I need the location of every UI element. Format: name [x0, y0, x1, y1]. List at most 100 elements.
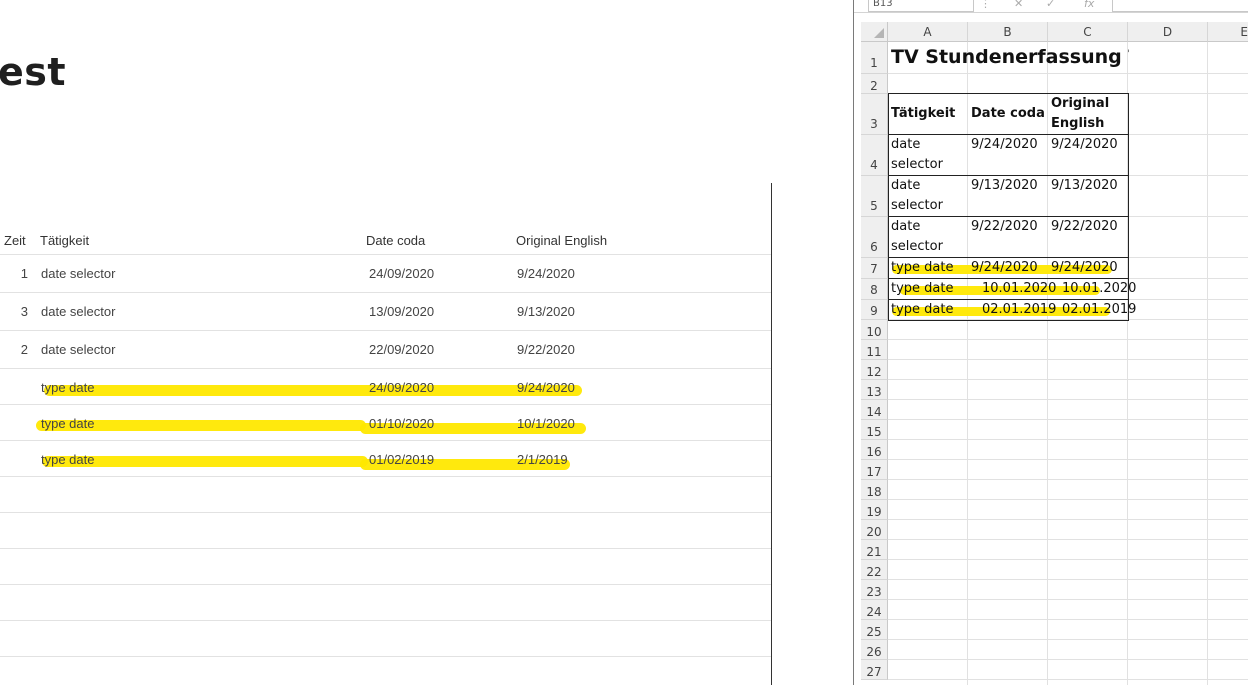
cell-original-english[interactable]: 9/24/2020 [517, 266, 575, 281]
row-header[interactable]: 18 [861, 480, 888, 500]
cell-b7[interactable]: 9/24/2020 [971, 260, 1038, 275]
cell-c4[interactable]: 9/24/2020 [1051, 137, 1118, 152]
select-all-corner[interactable] [861, 22, 888, 42]
empty-row[interactable] [0, 513, 771, 549]
cell-taetigkeit[interactable]: date selector [41, 342, 115, 357]
row-header[interactable]: 3 [861, 94, 888, 135]
table-row[interactable]: type date 24/09/2020 9/24/2020 [0, 369, 771, 405]
cancel-icon[interactable]: ✕ [1014, 0, 1023, 10]
table-row[interactable]: 2 date selector 22/09/2020 9/22/2020 [0, 331, 771, 369]
column-header-taetigkeit[interactable]: Tätigkeit [40, 233, 89, 248]
column-header-e[interactable]: E [1208, 22, 1248, 42]
cell-a5-line1[interactable]: date [891, 178, 920, 193]
cell-taetigkeit[interactable]: date selector [41, 304, 115, 319]
cell-date-coda[interactable]: 24/09/2020 [369, 380, 434, 395]
cell-c3-line2[interactable]: English [1051, 116, 1104, 131]
cell-taetigkeit[interactable]: date selector [41, 266, 115, 281]
cell-c8[interactable]: 10.01.2020 [1062, 281, 1136, 296]
cell-date-coda[interactable]: 01/02/2019 [369, 452, 434, 467]
column-header-c[interactable]: C [1048, 22, 1128, 42]
function-icon[interactable]: fx [1084, 0, 1094, 10]
row-header[interactable]: 2 [861, 74, 888, 94]
cell-b8[interactable]: 10.01.2020 [982, 281, 1056, 296]
row-header[interactable]: 8 [861, 279, 888, 300]
cell-c7[interactable]: 9/24/2020 [1051, 260, 1118, 275]
cell-original-english[interactable]: 9/22/2020 [517, 342, 575, 357]
cell-original-english[interactable]: 9/24/2020 [517, 380, 575, 395]
cell-taetigkeit[interactable]: type date [41, 416, 95, 431]
row-header[interactable]: 25 [861, 620, 888, 640]
row-header[interactable]: 9 [861, 300, 888, 320]
row-header[interactable]: 5 [861, 176, 888, 217]
cell-a9[interactable]: type date [891, 302, 954, 317]
cell-date-coda[interactable]: 13/09/2020 [369, 304, 434, 319]
column-header-zeit[interactable]: Zeit [4, 233, 26, 248]
cell-original-english[interactable]: 2/1/2019 [517, 452, 568, 467]
cell-a8[interactable]: type date [891, 281, 954, 296]
formula-input[interactable] [1112, 0, 1248, 12]
row-header[interactable]: 19 [861, 500, 888, 520]
cell-a6-line1[interactable]: date [891, 219, 920, 234]
row-header[interactable]: 24 [861, 600, 888, 620]
cell-a4-line1[interactable]: date [891, 137, 920, 152]
formula-more-icon[interactable]: ⋮ [980, 0, 991, 10]
row-header[interactable]: 13 [861, 380, 888, 400]
empty-row[interactable] [0, 477, 771, 513]
empty-row[interactable] [0, 549, 771, 585]
row-header[interactable]: 22 [861, 560, 888, 580]
cell-a3[interactable]: Tätigkeit [891, 106, 955, 121]
row-header[interactable]: 15 [861, 420, 888, 440]
row-header[interactable]: 26 [861, 640, 888, 660]
name-box[interactable]: B13 [868, 0, 974, 12]
cell-b6[interactable]: 9/22/2020 [971, 219, 1038, 234]
row-header[interactable]: 21 [861, 540, 888, 560]
empty-row[interactable] [0, 621, 771, 657]
row-header[interactable]: 10 [861, 320, 888, 340]
empty-row[interactable] [0, 585, 771, 621]
cell-zeit[interactable]: 2 [0, 342, 28, 357]
row-header[interactable]: 23 [861, 580, 888, 600]
cell-original-english[interactable]: 10/1/2020 [517, 416, 575, 431]
row-header[interactable]: 1 [861, 42, 888, 74]
cell-b9[interactable]: 02.01.2019 [982, 302, 1056, 317]
column-header-date-coda[interactable]: Date coda [366, 233, 425, 248]
row-header[interactable]: 17 [861, 460, 888, 480]
cell-taetigkeit[interactable]: type date [41, 452, 95, 467]
column-header-original-english[interactable]: Original English [516, 233, 607, 248]
cell-c6[interactable]: 9/22/2020 [1051, 219, 1118, 234]
cell-zeit[interactable]: 3 [0, 304, 28, 319]
cell-c9[interactable]: 02.01.2019 [1062, 302, 1136, 317]
row-header[interactable]: 12 [861, 360, 888, 380]
cell-a4-line2[interactable]: selector [891, 157, 943, 172]
row-header[interactable]: 14 [861, 400, 888, 420]
cell-c5[interactable]: 9/13/2020 [1051, 178, 1118, 193]
row-header[interactable]: 20 [861, 520, 888, 540]
cell-b4[interactable]: 9/24/2020 [971, 137, 1038, 152]
row-header[interactable]: 27 [861, 660, 888, 680]
table-row[interactable]: 1 date selector 24/09/2020 9/24/2020 [0, 255, 771, 293]
column-header-a[interactable]: A [888, 22, 968, 42]
column-header-b[interactable]: B [968, 22, 1048, 42]
table-row[interactable]: 3 date selector 13/09/2020 9/13/2020 [0, 293, 771, 331]
cell-c3-line1[interactable]: Original [1051, 96, 1109, 111]
sheet-title-cell[interactable]: TV Stundenerfassung TE [891, 46, 1129, 68]
cell-date-coda[interactable]: 01/10/2020 [369, 416, 434, 431]
cell-zeit[interactable]: 1 [0, 266, 28, 281]
row-header[interactable]: 11 [861, 340, 888, 360]
cell-original-english[interactable]: 9/13/2020 [517, 304, 575, 319]
row-header[interactable]: 7 [861, 258, 888, 279]
table-row[interactable]: type date 01/10/2020 10/1/2020 [0, 405, 771, 441]
cell-a6-line2[interactable]: selector [891, 239, 943, 254]
row-header[interactable]: 16 [861, 440, 888, 460]
column-header-d[interactable]: D [1128, 22, 1208, 42]
cell-a7[interactable]: type date [891, 260, 954, 275]
row-header[interactable]: 4 [861, 135, 888, 176]
cell-date-coda[interactable]: 24/09/2020 [369, 266, 434, 281]
cell-b3[interactable]: Date coda [971, 106, 1045, 121]
cell-a5-line2[interactable]: selector [891, 198, 943, 213]
row-header[interactable]: 6 [861, 217, 888, 258]
cell-taetigkeit[interactable]: type date [41, 380, 95, 395]
cell-b5[interactable]: 9/13/2020 [971, 178, 1038, 193]
enter-icon[interactable]: ✓ [1046, 0, 1055, 10]
cell-date-coda[interactable]: 22/09/2020 [369, 342, 434, 357]
